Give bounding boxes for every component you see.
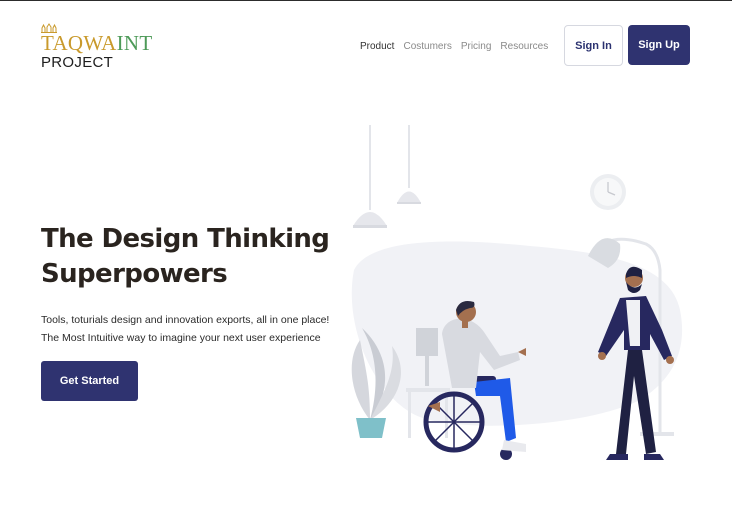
logo-wordmark: TAQWAINT — [41, 31, 153, 55]
hero-title: The Design Thinking Superpowers — [41, 222, 341, 292]
nav-item-costumers[interactable]: Costumers — [403, 40, 451, 54]
logo-text-taqwa: TAQWA — [41, 31, 117, 55]
nav-item-resources[interactable]: Resources — [500, 40, 548, 54]
hero-title-line2: Superpowers — [41, 259, 228, 289]
nav-item-product[interactable]: Product — [360, 40, 394, 54]
logo-text-project: PROJECT — [41, 54, 114, 71]
logo-text-int: INT — [116, 31, 153, 55]
hero-subtitle-line2: The Most Intuitive way to imagine your n… — [41, 332, 321, 344]
hero-subtitle: Tools, toturials design and innovation e… — [41, 311, 341, 347]
get-started-button[interactable]: Get Started — [41, 361, 138, 401]
nav-item-pricing[interactable]: Pricing — [461, 40, 492, 54]
main-nav: Product Costumers Pricing Resources — [360, 40, 548, 54]
hero-illustration — [351, 125, 683, 460]
sign-up-button[interactable]: Sign Up — [628, 25, 690, 65]
hero-title-line1: The Design Thinking — [41, 224, 330, 254]
top-border — [0, 0, 732, 1]
sign-in-button[interactable]: Sign In — [564, 25, 623, 66]
brand-logo[interactable]: TAQWAINT PROJECT — [41, 20, 171, 72]
hero-subtitle-line1: Tools, toturials design and innovation e… — [41, 314, 330, 326]
